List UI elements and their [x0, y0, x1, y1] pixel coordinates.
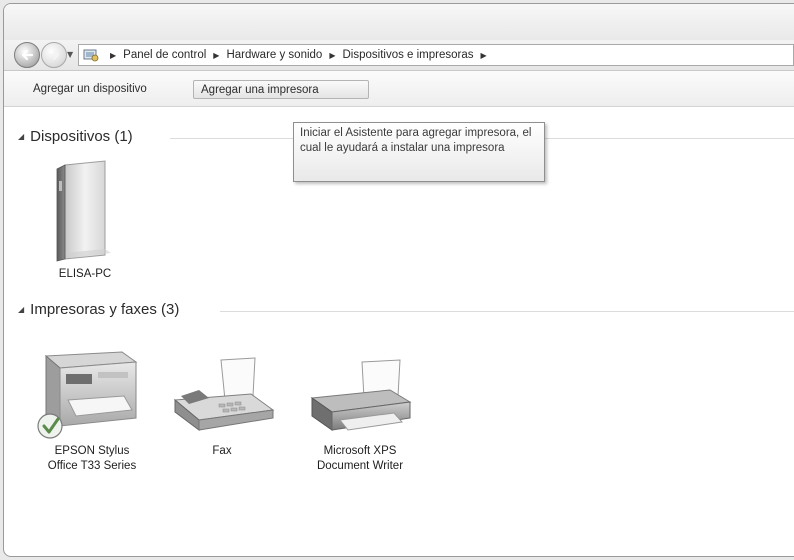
- group-divider: [220, 311, 794, 312]
- command-bar: Agregar un dispositivo Agregar una impre…: [4, 71, 794, 107]
- navigation-bar: ▼ ▶ Panel de control ▶ Hardware y sonido…: [4, 40, 794, 71]
- chevron-down-icon: ▼: [67, 50, 74, 59]
- device-item-elisa-pc[interactable]: ELISA-PC: [40, 159, 130, 282]
- group-header-devices[interactable]: ◢ Dispositivos (1): [18, 128, 133, 145]
- printer-label-line2: Document Writer: [316, 460, 404, 472]
- control-panel-icon: [83, 49, 99, 62]
- printer-icon: [310, 359, 412, 431]
- device-label: ELISA-PC: [58, 268, 112, 280]
- printer-item-xps[interactable]: Microsoft XPS Document Writer: [298, 356, 422, 474]
- add-device-button[interactable]: Agregar un dispositivo: [26, 80, 154, 99]
- group-divider: [170, 138, 294, 139]
- breadcrumb-separator[interactable]: ▶: [213, 51, 219, 60]
- fax-icon: [173, 357, 275, 431]
- breadcrumb-separator[interactable]: ▶: [481, 51, 487, 60]
- printer-label-line2: Office T33 Series: [47, 460, 137, 472]
- address-bar[interactable]: ▶ Panel de control ▶ Hardware y sonido ▶…: [78, 44, 794, 66]
- collapse-triangle-icon[interactable]: ◢: [18, 132, 24, 141]
- back-button[interactable]: [14, 42, 40, 68]
- computer-tower-icon: [56, 160, 111, 262]
- breadcrumb-panel-de-control[interactable]: Panel de control: [123, 49, 206, 61]
- group-divider: [545, 138, 794, 139]
- recent-pages-button[interactable]: ▼: [67, 50, 73, 59]
- add-printer-button[interactable]: Agregar una impresora: [193, 80, 369, 99]
- forward-arrow-icon: [48, 50, 59, 60]
- printer-label-line1: EPSON Stylus: [54, 445, 130, 457]
- breadcrumb-separator[interactable]: ▶: [110, 51, 116, 60]
- printer-label-line1: Fax: [212, 445, 232, 457]
- collapse-triangle-icon[interactable]: ◢: [18, 305, 24, 314]
- devices-printers-window: ▼ ▶ Panel de control ▶ Hardware y sonido…: [3, 3, 794, 557]
- tooltip: Iniciar el Asistente para agregar impres…: [293, 122, 545, 182]
- group-label: Impresoras y faxes (3): [30, 301, 180, 318]
- printer-label-line1: Microsoft XPS: [323, 445, 397, 457]
- title-bar: [4, 4, 794, 40]
- breadcrumb-dispositivos-e-impresoras[interactable]: Dispositivos e impresoras: [342, 49, 473, 61]
- breadcrumb-hardware-y-sonido[interactable]: Hardware y sonido: [226, 49, 322, 61]
- group-header-printers-faxes[interactable]: ◢ Impresoras y faxes (3): [18, 301, 179, 318]
- group-label: Dispositivos (1): [30, 128, 133, 145]
- printer-item-fax[interactable]: Fax: [164, 356, 280, 459]
- printer-item-epson[interactable]: EPSON Stylus Office T33 Series: [32, 346, 152, 474]
- breadcrumb-separator[interactable]: ▶: [329, 51, 335, 60]
- back-arrow-icon: [21, 49, 34, 61]
- multifunction-printer-icon: [37, 351, 138, 439]
- forward-button[interactable]: [41, 42, 67, 68]
